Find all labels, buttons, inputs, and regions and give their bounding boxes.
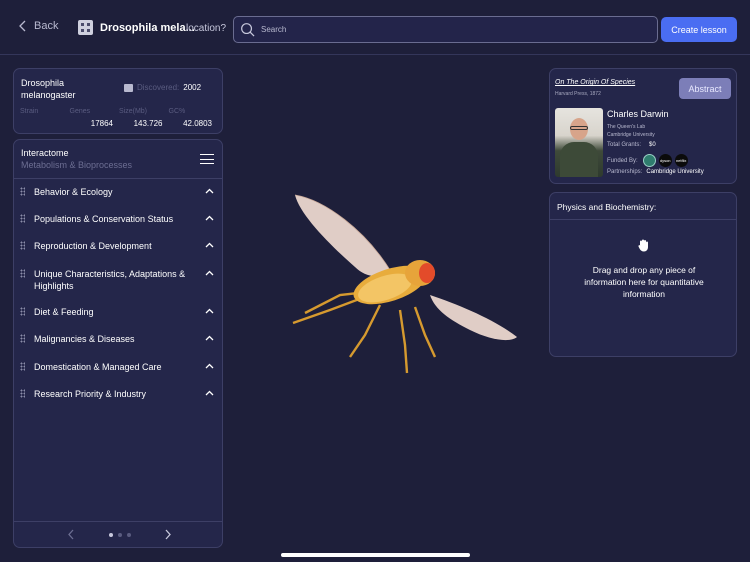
hamburger-menu-icon[interactable] (200, 154, 214, 164)
stat-value: 143.726 (133, 119, 163, 128)
drag-handle-icon[interactable] (20, 307, 25, 316)
grid-icon (78, 20, 93, 35)
page-dots (109, 533, 131, 537)
chevron-up-icon[interactable] (205, 390, 214, 396)
partnerships-row: Partnerships: Cambridge University (607, 169, 704, 175)
list-title: Interactome (21, 148, 69, 158)
back-button[interactable]: Back (18, 20, 58, 32)
fruit-fly-model[interactable] (285, 185, 525, 380)
species-title-group[interactable]: Drosophila mela... (78, 20, 195, 35)
avatar (555, 108, 603, 177)
stat-genes: Genes 17864 (70, 108, 120, 128)
back-label: Back (34, 20, 59, 32)
list-subtitle: Metabolism & Bioprocesses (21, 160, 133, 170)
list-header: Interactome Metabolism & Bioprocesses (14, 140, 222, 179)
abstract-button[interactable]: Abstract (679, 78, 731, 99)
top-bar: Back Drosophila mela... location? Create… (0, 0, 750, 55)
search-input[interactable] (261, 25, 641, 34)
pager (14, 521, 222, 547)
hand-icon (638, 239, 648, 252)
drag-handle-icon[interactable] (20, 334, 25, 343)
chevron-up-icon[interactable] (205, 308, 214, 314)
drag-handle-icon[interactable] (20, 362, 25, 371)
search-icon (241, 23, 255, 37)
dyson-logo-icon: dyson (658, 154, 672, 167)
stat-label: Size(Mb) (119, 108, 148, 115)
chevron-right-icon[interactable] (164, 529, 172, 540)
funded-label: Funded By: (607, 157, 638, 164)
stat-label: GC% (168, 108, 186, 115)
species-info-card: Drosophila melanogaster Discovered: 2002… (13, 68, 223, 134)
drag-handle-icon[interactable] (20, 241, 25, 250)
calendar-icon (124, 83, 133, 92)
funded-row: Funded By: dyson netflix (607, 154, 688, 167)
stat-value: 17864 (90, 119, 113, 128)
discovered-row: Discovered: 2002 (124, 83, 201, 92)
stat-value: 42.0803 (183, 119, 212, 128)
create-lesson-button[interactable]: Create lesson (661, 17, 737, 42)
list-item-label: Domestication & Managed Care (34, 362, 162, 372)
list-item-label: Malignancies & Diseases (34, 334, 135, 344)
page-dot[interactable] (109, 533, 113, 537)
chevron-up-icon[interactable] (205, 188, 214, 194)
search-bar[interactable] (233, 16, 658, 43)
netflix-logo-icon: netflix (674, 154, 688, 167)
funder-logo-icon (642, 154, 656, 167)
list-item-label: Reproduction & Development (34, 241, 152, 251)
list-item-label: Unique Characteristics, Adaptations & Hi… (34, 269, 186, 291)
list-item-label: Research Priority & Industry (34, 389, 147, 399)
chevron-up-icon[interactable] (205, 335, 214, 341)
stat-size: Size(Mb) 143.726 (119, 108, 169, 128)
drag-handle-icon[interactable] (20, 214, 25, 223)
grants-row: Total Grants: $0 (607, 142, 656, 148)
physics-drop-zone[interactable]: Physics and Biochemistry: Drag and drop … (549, 192, 737, 357)
species-name: Drosophila melanogaster (21, 78, 76, 100)
discovered-label: Discovered: (137, 83, 180, 92)
partnerships-label: Partnerships: (607, 169, 643, 175)
drag-handle-icon[interactable] (20, 389, 25, 398)
chevron-up-icon[interactable] (205, 242, 214, 248)
grants-label: Total Grants: (607, 142, 642, 148)
list-item-label: Populations & Conservation Status (34, 214, 174, 224)
stats-row: Strain Genes 17864 Size(Mb) 143.726 GC% … (20, 108, 218, 128)
page-dot[interactable] (118, 533, 122, 537)
stat-label: Genes (69, 108, 91, 115)
grants-value: $0 (649, 142, 656, 148)
paper-title-link[interactable]: On The Origin Of Species (555, 79, 635, 86)
page-dot[interactable] (127, 533, 131, 537)
author-university: Cambridge University (607, 132, 655, 138)
physics-title: Physics and Biochemistry: (557, 202, 657, 212)
author-name: Charles Darwin (607, 109, 669, 119)
stat-label: Strain (20, 108, 39, 115)
drag-handle-icon[interactable] (20, 187, 25, 196)
chevron-up-icon[interactable] (205, 270, 214, 276)
discovered-value: 2002 (183, 83, 202, 92)
paper-publisher: Harvard Press, 1872 (555, 91, 601, 97)
chevron-up-icon[interactable] (205, 363, 214, 369)
stat-strain: Strain (20, 108, 70, 128)
paper-card: On The Origin Of Species Harvard Press, … (549, 68, 737, 184)
location-link[interactable]: location? (186, 23, 226, 34)
chevron-left-icon (19, 20, 26, 32)
home-indicator[interactable] (281, 553, 470, 557)
stat-gc: GC% 42.0803 (169, 108, 219, 128)
drag-handle-icon[interactable] (20, 269, 25, 278)
category-list-panel: Interactome Metabolism & Bioprocesses Be… (13, 139, 223, 548)
list-item-label: Diet & Feeding (34, 307, 94, 317)
partnerships-value: Cambridge University (646, 169, 704, 175)
chevron-up-icon[interactable] (205, 215, 214, 221)
drop-instructions: Drag and drop any piece of information h… (584, 265, 704, 299)
divider (550, 219, 736, 220)
species-title: Drosophila mela... (100, 21, 195, 34)
list-item-label: Behavior & Ecology (34, 187, 113, 197)
author-lab: The Queen's Lab (607, 124, 646, 130)
chevron-left-icon[interactable] (67, 529, 75, 540)
